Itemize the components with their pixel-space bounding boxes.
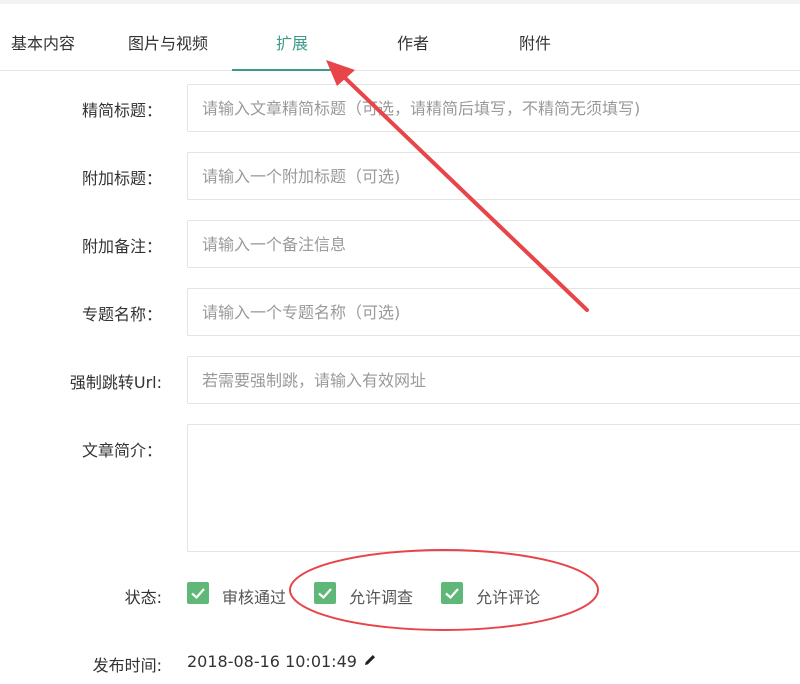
tab-extension[interactable]: 扩展 <box>232 4 352 70</box>
summary-field <box>187 424 800 552</box>
summary-label: 文章简介： <box>81 441 162 460</box>
tab-bar: 基本内容 图片与视频 扩展 作者 附件 <box>0 4 800 71</box>
redirect-url-input[interactable] <box>188 357 800 403</box>
check-icon <box>191 588 205 600</box>
topic-label: 专题名称： <box>81 305 162 324</box>
sub-title-field <box>187 152 800 200</box>
short-title-input[interactable] <box>188 85 800 131</box>
pencil-icon[interactable] <box>362 652 378 668</box>
check-icon <box>445 588 459 600</box>
tab-images-videos[interactable]: 图片与视频 <box>110 4 226 70</box>
topic-field <box>187 288 800 336</box>
check-icon <box>318 588 332 600</box>
redirect-url-label: 强制跳转Url: <box>69 373 162 392</box>
short-title-label: 精简标题： <box>81 101 162 120</box>
approved-checkbox[interactable] <box>187 582 209 604</box>
publish-time-value: 2018-08-16 10:01:49 <box>187 652 357 671</box>
tab-attachments[interactable]: 附件 <box>492 4 578 70</box>
short-title-field <box>187 84 800 132</box>
sub-title-input[interactable] <box>188 153 800 199</box>
note-input[interactable] <box>188 221 800 267</box>
allow-comments-label[interactable]: 允许评论 <box>476 584 540 608</box>
redirect-url-field <box>187 356 800 404</box>
tab-author[interactable]: 作者 <box>370 4 456 70</box>
publish-time-label: 发布时间: <box>92 656 162 675</box>
allow-comments-checkbox[interactable] <box>441 582 463 604</box>
summary-textarea[interactable] <box>188 425 800 551</box>
note-label: 附加备注： <box>81 237 162 256</box>
allow-survey-label[interactable]: 允许调查 <box>349 584 413 608</box>
approved-label[interactable]: 审核通过 <box>222 584 286 608</box>
active-tab-indicator <box>232 69 352 71</box>
tab-basic-content[interactable]: 基本内容 <box>0 4 86 70</box>
sub-title-label: 附加标题： <box>81 169 162 188</box>
topic-input[interactable] <box>188 289 800 335</box>
status-label: 状态: <box>124 588 162 607</box>
allow-survey-checkbox[interactable] <box>314 582 336 604</box>
note-field <box>187 220 800 268</box>
